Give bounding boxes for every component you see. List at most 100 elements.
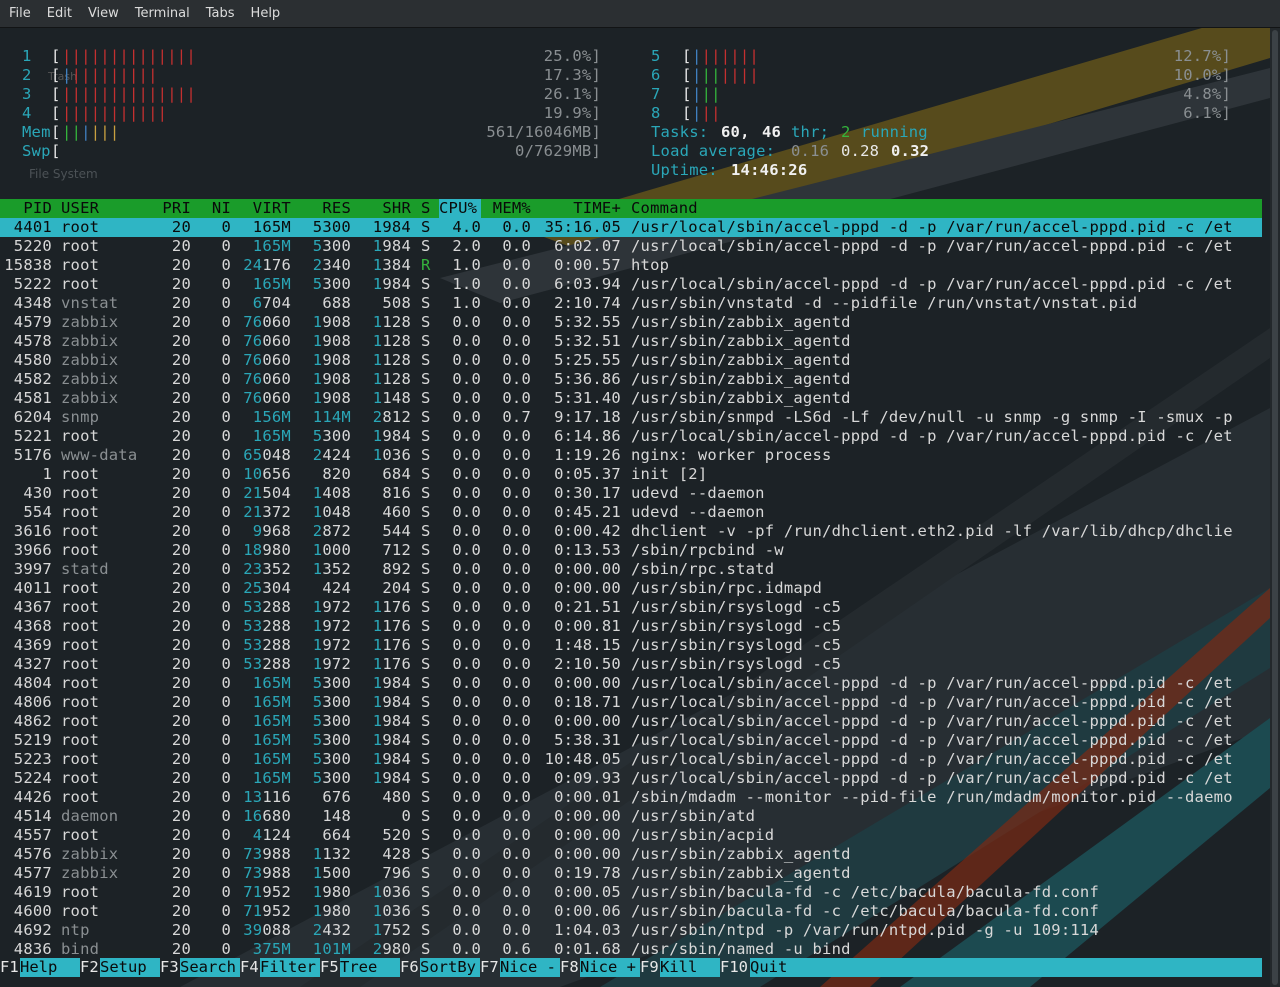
process-user: root [61,237,100,255]
process-row[interactable]: 4806 root 20 0 165M 5300 1984 S 0.0 0.0 0:18.71/us… [0,693,1262,712]
fkey-label-search[interactable]: Search [180,958,240,977]
process-row[interactable]: 3966 root 20 0 18980 1000 712 S 0.0 0.0 0:13.53/sb… [0,541,1262,560]
process-command: /usr/local/sbin/accel-pppd -d -p /var/ru… [631,275,1233,293]
column-header-command[interactable]: Command [631,199,1270,218]
fkey-f5[interactable]: F5 [320,958,340,977]
process-res: 676 [322,788,351,806]
process-row[interactable]: 5220 root 20 0 165M 5300 1984 S 2.0 0.0 6:02.07/us… [0,237,1262,256]
process-row[interactable]: 5222 root 20 0 165M 5300 1984 S 1.0 0.0 6:03.94/us… [0,275,1262,294]
fkey-label-nice[interactable]: Nice + [580,958,640,977]
process-pri: 20 [171,541,191,559]
column-header-pid[interactable]: PID [0,199,52,218]
menu-file[interactable]: File [2,6,38,21]
process-row[interactable]: 5224 root 20 0 165M 5300 1984 S 0.0 0.0 0:09.93/us… [0,769,1262,788]
terminal-view[interactable]: Trash File System 1[|||||||||||||| 25.0%]… [0,28,1270,987]
fkey-f7[interactable]: F7 [480,958,500,977]
column-header-virt[interactable]: VIRT [231,199,291,218]
process-pid: 5221 [13,427,52,445]
process-row[interactable]: 4578 zabbix 20 0 76060 1908 1128 S 0.0 0.0 5:32.51… [0,332,1262,351]
process-pid: 4836 [13,940,52,958]
fkey-f6[interactable]: F6 [400,958,420,977]
menu-edit[interactable]: Edit [40,6,79,21]
process-mem: 0.0 [502,522,531,540]
fkey-label-filter[interactable]: Filter [260,958,320,977]
process-row[interactable]: 4600 root 20 0 71952 1980 1036 S 0.0 0.0 0:00.06/u… [0,902,1262,921]
fkey-label-sortby[interactable]: SortBy [420,958,480,977]
process-user: zabbix [61,332,119,350]
column-header-res[interactable]: RES [291,199,351,218]
process-ni: 0 [221,275,231,293]
column-header-cpu[interactable]: CPU% [439,199,481,218]
column-header-mem[interactable]: MEM% [481,199,531,218]
process-ni: 0 [221,674,231,692]
process-row[interactable]: 5223 root 20 0 165M 5300 1984 S 0.0 0.0 10:48.05/u… [0,750,1262,769]
process-row[interactable]: 4557 root 20 0 4124 664 520 S 0.0 0.0 0:00.00/usr/… [0,826,1262,845]
fkey-f9[interactable]: F9 [640,958,660,977]
menu-view[interactable]: View [81,6,126,21]
process-row[interactable]: 4011 root 20 0 25304 424 204 S 0.0 0.0 0:00.00/usr… [0,579,1262,598]
fkey-f1[interactable]: F1 [0,958,20,977]
column-header-time[interactable]: TIME+ [531,199,621,218]
fkey-f2[interactable]: F2 [80,958,100,977]
process-row[interactable]: 4581 zabbix 20 0 76060 1908 1148 S 0.0 0.0 5:31.40… [0,389,1262,408]
fkey-label-nice[interactable]: Nice - [500,958,560,977]
process-row[interactable]: 15838 root 20 0 24176 2340 1384 R 1.0 0.0 0:00.57 h… [0,256,1262,275]
process-ni: 0 [221,712,231,730]
column-header-ni[interactable]: NI [191,199,231,218]
process-mem: 0.0 [502,351,531,369]
process-row[interactable]: 554 root 20 0 21372 1048 460 S 0.0 0.0 0:45.21 udev… [0,503,1262,522]
fkey-label-help[interactable]: Help [20,958,80,977]
process-row[interactable]: 4619 root 20 0 71952 1980 1036 S 0.0 0.0 0:00.05/u… [0,883,1262,902]
process-cpu: 0.0 [452,389,481,407]
process-row[interactable]: 1 root 20 0 10656 820 684 S 0.0 0.0 0:05.37 init [2… [0,465,1262,484]
meter-bracket: [ [682,47,692,65]
process-pri: 20 [171,921,191,939]
fkey-f3[interactable]: F3 [160,958,180,977]
menu-terminal[interactable]: Terminal [128,6,197,21]
terminal-scrollbar[interactable] [1270,28,1280,987]
column-header-shr[interactable]: SHR [351,199,411,218]
process-row[interactable]: 4576 zabbix 20 0 73988 1132 428 S 0.0 0.0 0:00.00 /… [0,845,1262,864]
process-row[interactable]: 4836 bind 20 0 375M 101M 2980 S 0.0 0.6 0:01.68/us… [0,940,1262,959]
process-row[interactable]: 5219 root 20 0 165M 5300 1984 S 0.0 0.0 5:38.31/us… [0,731,1262,750]
fkey-f8[interactable]: F8 [560,958,580,977]
process-row[interactable]: 5176 www-data 20 0 65048 2424 1036 S 0.0 0.0 1:19.… [0,446,1262,465]
process-row[interactable]: 4580 zabbix 20 0 76060 1908 1128 S 0.0 0.0 5:25.55… [0,351,1262,370]
process-state: S [421,351,431,369]
process-row[interactable]: 4579 zabbix 20 0 76060 1908 1128 S 0.0 0.0 5:32.55… [0,313,1262,332]
column-header-pri[interactable]: PRI [151,199,191,218]
process-cpu: 0.0 [452,484,481,502]
process-row[interactable]: 4369 root 20 0 53288 1972 1176 S 0.0 0.0 1:48.15/u… [0,636,1262,655]
process-row[interactable]: 4577 zabbix 20 0 73988 1500 796 S 0.0 0.0 0:19.78 /… [0,864,1262,883]
menu-tabs[interactable]: Tabs [199,6,242,21]
menu-help[interactable]: Help [244,6,288,21]
process-row[interactable]: 4804 root 20 0 165M 5300 1984 S 0.0 0.0 0:00.00/us… [0,674,1262,693]
process-row[interactable]: 4426 root 20 0 13116 676 480 S 0.0 0.0 0:00.01/sbi… [0,788,1262,807]
process-row[interactable]: 4368 root 20 0 53288 1972 1176 S 0.0 0.0 0:00.81/u… [0,617,1262,636]
scrollbar-thumb[interactable] [1272,30,1278,985]
process-row[interactable]: 5221 root 20 0 165M 5300 1984 S 0.0 0.0 6:14.86/us… [0,427,1262,446]
process-row[interactable]: 4401 root 20 0 165M 5300 1984 S 4.0 0.0 35:16.05/u… [0,218,1262,237]
fkey-label-quit[interactable]: Quit [750,958,1262,977]
process-row[interactable]: 4692 ntp 20 0 39088 2432 1752 S 0.0 0.0 1:04.03/us… [0,921,1262,940]
process-row[interactable]: 3997 statd 20 0 23352 1352 892 S 0.0 0.0 0:00.00/s… [0,560,1262,579]
process-row[interactable]: 6204 snmp 20 0 156M 114M 2812 S 0.0 0.7 9:17.18/us… [0,408,1262,427]
process-row[interactable]: 4367 root 20 0 53288 1972 1176 S 0.0 0.0 0:21.51/u… [0,598,1262,617]
fkey-label-kill[interactable]: Kill [660,958,720,977]
process-row[interactable]: 430 root 20 0 21504 1408 816 S 0.0 0.0 0:30.17 udev… [0,484,1262,503]
process-row[interactable]: 4348 vnstat 20 0 6704 688 508 S 1.0 0.0 2:10.74/us… [0,294,1262,313]
process-row[interactable]: 4862 root 20 0 165M 5300 1984 S 0.0 0.0 0:00.00/us… [0,712,1262,731]
fkey-label-setup[interactable]: Setup [100,958,160,977]
process-virt: 16680 [243,807,291,825]
process-row[interactable]: 4582 zabbix 20 0 76060 1908 1128 S 0.0 0.0 5:36.86… [0,370,1262,389]
process-virt: 76060 [243,389,291,407]
fkey-f4[interactable]: F4 [240,958,260,977]
process-row[interactable]: 4514 daemon 20 0 16680 148 0 S 0.0 0.0 0:00.00/usr… [0,807,1262,826]
process-state: S [421,864,431,882]
fkey-label-tree[interactable]: Tree [340,958,400,977]
process-row[interactable]: 4327 root 20 0 53288 1972 1176 S 0.0 0.0 2:10.50/u… [0,655,1262,674]
column-header-user[interactable]: USER [61,199,151,218]
column-header-state[interactable]: S [421,199,431,218]
process-row[interactable]: 3616 root 20 0 9968 2872 544 S 0.0 0.0 0:00.42 dhcl… [0,522,1262,541]
fkey-f10[interactable]: F10 [720,958,750,977]
